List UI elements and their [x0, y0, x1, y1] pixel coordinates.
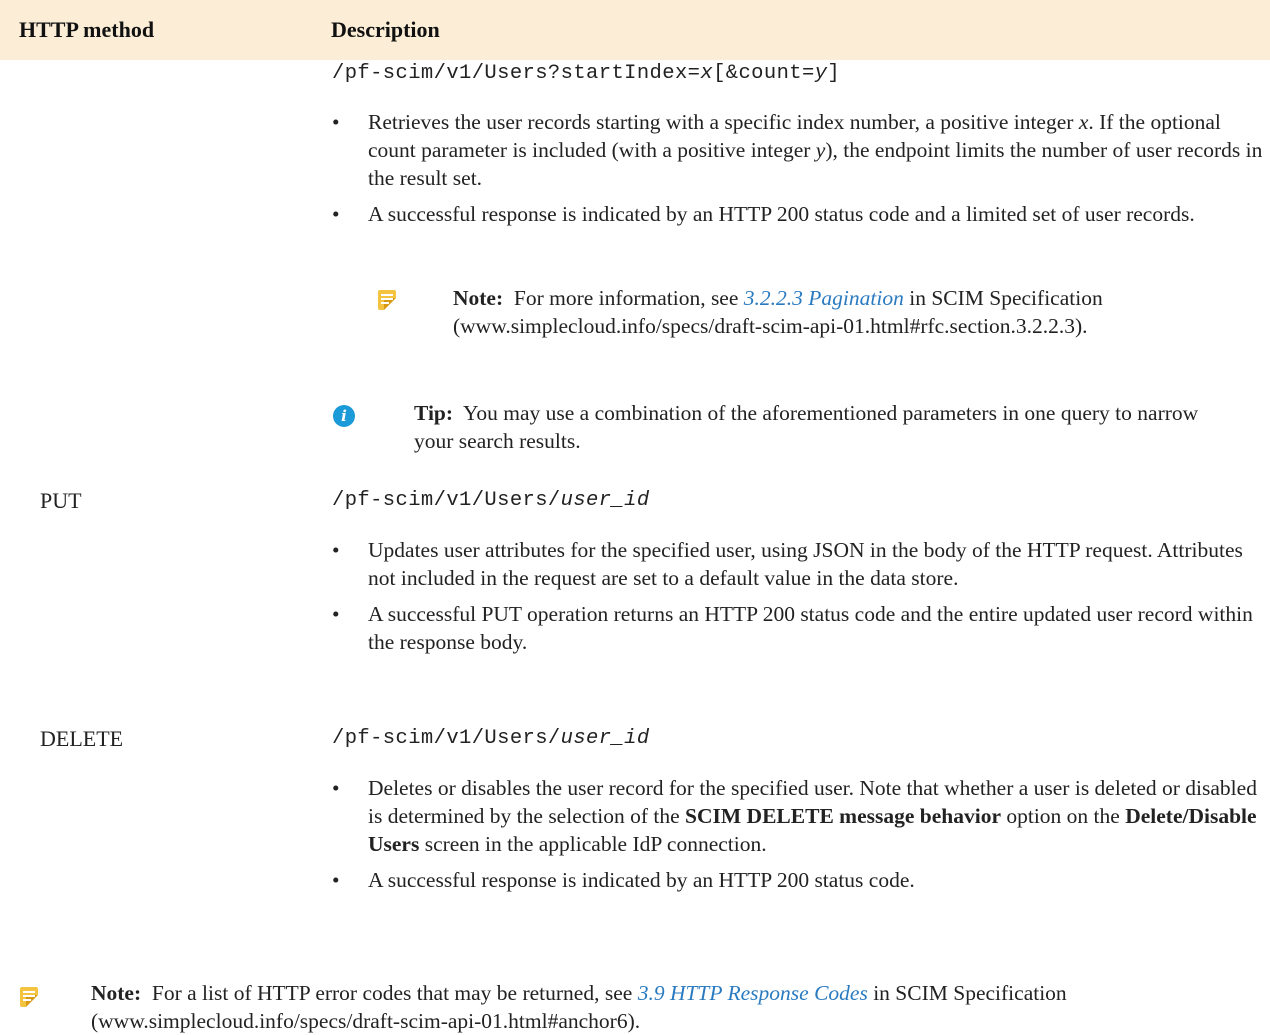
- note-icon: [20, 987, 38, 1007]
- endpoint-text: /pf-scim/v1/Users/: [332, 727, 561, 750]
- endpoint-text: [&count=: [713, 62, 815, 85]
- endpoint-text: ]: [827, 62, 841, 85]
- get-bullets: Retrieves the user records starting with…: [332, 108, 1267, 236]
- endpoint-get-paging: /pf-scim/v1/Users?startIndex=x[&count=y]: [332, 62, 840, 85]
- note-text: For more information, see: [513, 286, 739, 310]
- footer-note: Note: For a list of HTTP error codes tha…: [91, 979, 1201, 1035]
- table-header: HTTP method Description: [0, 0, 1270, 60]
- tip-text: You may use a combination of the aforeme…: [414, 401, 1199, 453]
- header-description: Description: [331, 17, 440, 42]
- endpoint-var: user_id: [560, 727, 650, 750]
- list-item: Updates user attributes for the specifie…: [332, 536, 1267, 592]
- response-codes-link[interactable]: 3.9 HTTP Response Codes: [638, 981, 868, 1005]
- tip: Tip: You may use a combination of the af…: [414, 399, 1214, 455]
- endpoint-var-y: y: [814, 62, 828, 85]
- header-http-method: HTTP method: [19, 17, 155, 42]
- pagination-note: Note: For more information, see 3.2.2.3 …: [453, 284, 1173, 340]
- tip-label: Tip:: [414, 401, 454, 425]
- list-item: A successful response is indicated by an…: [332, 200, 1267, 228]
- method-delete: DELETE: [40, 726, 124, 751]
- note-label: Note:: [453, 286, 504, 310]
- list-item: A successful response is indicated by an…: [332, 866, 1267, 894]
- list-item: Deletes or disables the user record for …: [332, 774, 1267, 858]
- endpoint-put: /pf-scim/v1/Users/user_id: [332, 489, 650, 512]
- method-put: PUT: [40, 488, 82, 513]
- list-item: A successful PUT operation returns an HT…: [332, 600, 1267, 656]
- list-item: Retrieves the user records starting with…: [332, 108, 1267, 192]
- endpoint-var-x: x: [700, 62, 714, 85]
- note-icon: [378, 290, 396, 310]
- info-icon: i: [333, 405, 355, 427]
- endpoint-delete: /pf-scim/v1/Users/user_id: [332, 727, 650, 750]
- endpoint-text: /pf-scim/v1/Users/: [332, 489, 561, 512]
- note-text: For a list of HTTP error codes that may …: [151, 981, 633, 1005]
- endpoint-text: /pf-scim/v1/Users?startIndex=: [332, 62, 701, 85]
- put-bullets: Updates user attributes for the specifie…: [332, 536, 1267, 664]
- delete-bullets: Deletes or disables the user record for …: [332, 774, 1267, 902]
- note-label: Note:: [91, 981, 142, 1005]
- pagination-link[interactable]: 3.2.2.3 Pagination: [744, 286, 904, 310]
- endpoint-var: user_id: [560, 489, 650, 512]
